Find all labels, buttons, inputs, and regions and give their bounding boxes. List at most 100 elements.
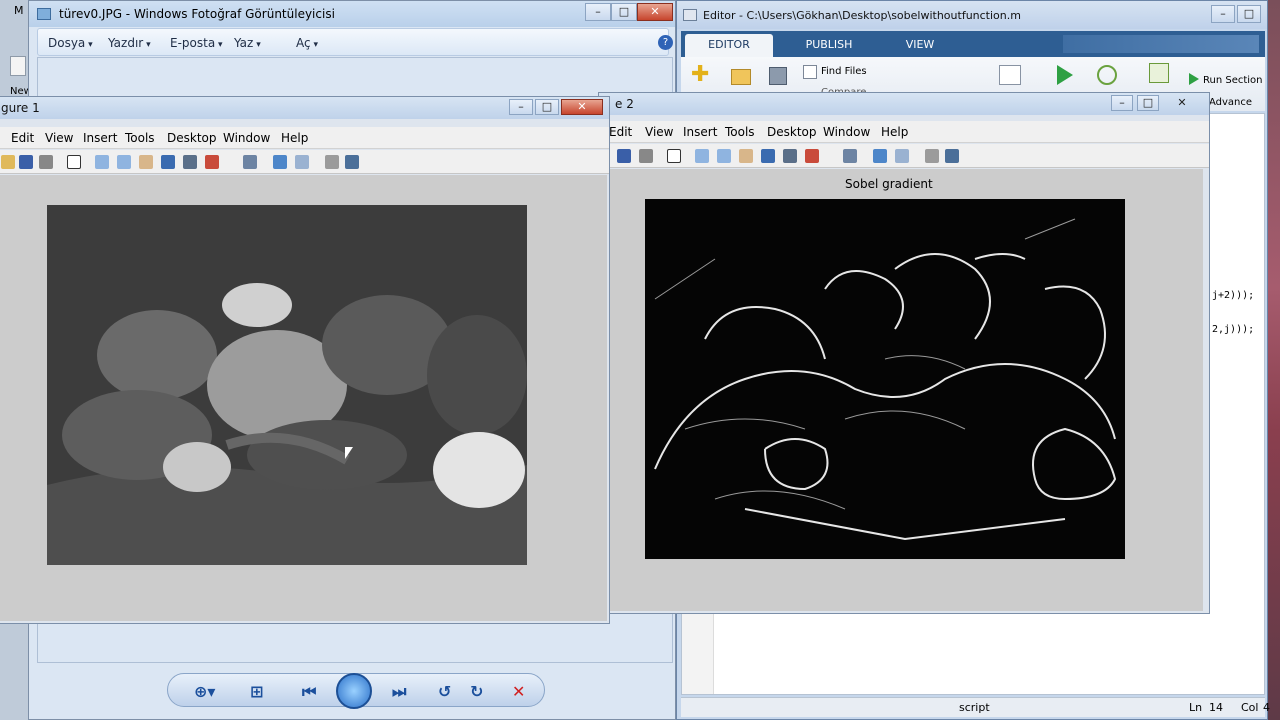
fig2-rotate-icon[interactable] bbox=[761, 149, 775, 163]
new-script-icon[interactable]: ✚ bbox=[691, 64, 713, 87]
status-ln-value: 14 bbox=[1209, 701, 1223, 714]
fig2-menu-tools[interactable]: Tools bbox=[725, 125, 755, 139]
tab-editor[interactable]: EDITOR bbox=[685, 34, 773, 57]
fig2-link-icon[interactable] bbox=[843, 149, 857, 163]
editor-minimize-button[interactable]: – bbox=[1211, 5, 1235, 23]
fig2-menu-edit[interactable]: Edit bbox=[609, 125, 632, 139]
minimize-button[interactable]: – bbox=[585, 3, 611, 21]
tab-publish[interactable]: PUBLISH bbox=[789, 34, 869, 57]
fig1-legend-icon[interactable] bbox=[295, 155, 309, 169]
fig2-menu-window[interactable]: Window bbox=[823, 125, 870, 139]
breakpoints-icon[interactable] bbox=[999, 65, 1021, 85]
run-and-advance-icon[interactable] bbox=[1149, 63, 1169, 83]
editor-maximize-button[interactable]: □ bbox=[1237, 5, 1261, 23]
figure-1-close-button[interactable]: ✕ bbox=[561, 99, 603, 115]
photo-viewer-titlebar[interactable]: türev0.JPG - Windows Fotoğraf Görüntüley… bbox=[29, 1, 675, 27]
fig2-menu-view[interactable]: View bbox=[645, 125, 673, 139]
figure-1-maximize-button[interactable]: □ bbox=[535, 99, 559, 115]
fig2-menu-desktop[interactable]: Desktop bbox=[767, 125, 817, 139]
fig2-brush-icon[interactable] bbox=[805, 149, 819, 163]
status-col-label: Col bbox=[1241, 701, 1259, 714]
find-files-icon[interactable] bbox=[803, 65, 817, 79]
open-folder-icon[interactable] bbox=[731, 69, 751, 85]
fig1-menu-view[interactable]: View bbox=[45, 131, 73, 145]
previous-icon[interactable]: ⏮ bbox=[302, 682, 316, 702]
fig2-zoom-in-icon[interactable] bbox=[695, 149, 709, 163]
run-section-label[interactable]: Run Section bbox=[1203, 75, 1263, 86]
fig1-menu-insert[interactable]: Insert bbox=[83, 131, 117, 145]
fig1-show-tools-icon[interactable] bbox=[345, 155, 359, 169]
grayscale-peppers-image bbox=[47, 205, 527, 565]
new-file-icon[interactable] bbox=[10, 56, 26, 76]
rotate-right-icon[interactable]: ↻ bbox=[470, 682, 483, 701]
menu-ac[interactable]: Aç bbox=[296, 36, 318, 50]
desktop-right-strip bbox=[1268, 0, 1280, 720]
run-icon[interactable] bbox=[1057, 65, 1073, 85]
help-icon[interactable]: ? bbox=[658, 35, 673, 50]
zoom-icon[interactable]: ⊕▾ bbox=[194, 682, 215, 701]
figure-1-canvas bbox=[0, 175, 607, 621]
find-files-label[interactable]: Find Files bbox=[821, 66, 867, 77]
figure-1-minimize-button[interactable]: – bbox=[509, 99, 533, 115]
fig2-hide-tools-icon[interactable] bbox=[925, 149, 939, 163]
fig1-zoom-in-icon[interactable] bbox=[95, 155, 109, 169]
tab-view[interactable]: VIEW bbox=[885, 34, 955, 57]
editor-titlebar[interactable]: Editor - C:\Users\Gökhan\Desktop\sobelwi… bbox=[677, 1, 1267, 29]
fig2-zoom-out-icon[interactable] bbox=[717, 149, 731, 163]
next-icon[interactable]: ⏭ bbox=[392, 682, 406, 702]
fig1-open-icon[interactable] bbox=[1, 155, 15, 169]
fig1-colorbar-icon[interactable] bbox=[273, 155, 287, 169]
rotate-left-icon[interactable]: ↺ bbox=[438, 682, 451, 701]
editor-status-bar: script Ln 14 Col 4 bbox=[681, 697, 1270, 717]
fig2-pan-icon[interactable] bbox=[739, 149, 753, 163]
fig2-show-tools-icon[interactable] bbox=[945, 149, 959, 163]
figure-2-close-button[interactable]: ✕ bbox=[1169, 95, 1195, 111]
fig1-menu-help[interactable]: Help bbox=[281, 131, 308, 145]
maximize-button[interactable]: □ bbox=[611, 3, 637, 21]
fig1-rotate-icon[interactable] bbox=[161, 155, 175, 169]
fig1-datacursor-icon[interactable] bbox=[183, 155, 197, 169]
quick-access-toolbar[interactable] bbox=[1063, 35, 1259, 53]
slideshow-icon[interactable] bbox=[336, 673, 372, 709]
fig1-pan-icon[interactable] bbox=[139, 155, 153, 169]
menu-yaz[interactable]: Yaz bbox=[234, 36, 261, 50]
fig1-link-icon[interactable] bbox=[243, 155, 257, 169]
fig2-datacursor-icon[interactable] bbox=[783, 149, 797, 163]
status-file-type: script bbox=[959, 701, 990, 714]
fig1-print-icon[interactable] bbox=[39, 155, 53, 169]
delete-icon[interactable]: ✕ bbox=[512, 682, 525, 701]
fig1-save-icon[interactable] bbox=[19, 155, 33, 169]
figure-2-minimize-button[interactable]: – bbox=[1111, 95, 1133, 111]
fig1-menu-tools[interactable]: Tools bbox=[125, 131, 155, 145]
fig2-menu-help[interactable]: Help bbox=[881, 125, 908, 139]
fig2-legend-icon[interactable] bbox=[895, 149, 909, 163]
figure-1-title: gure 1 bbox=[1, 101, 40, 115]
figure-2-titlebar[interactable]: e 2 – □ ✕ bbox=[599, 93, 1209, 115]
fig1-pointer-icon[interactable] bbox=[67, 155, 81, 169]
fig1-hide-tools-icon[interactable] bbox=[325, 155, 339, 169]
fig2-colorbar-icon[interactable] bbox=[873, 149, 887, 163]
fig2-print-icon[interactable] bbox=[639, 149, 653, 163]
run-and-time-icon[interactable] bbox=[1097, 65, 1117, 85]
fig1-brush-icon[interactable] bbox=[205, 155, 219, 169]
fig1-menu-desktop[interactable]: Desktop bbox=[167, 131, 217, 145]
fig1-menu-window[interactable]: Window bbox=[223, 131, 270, 145]
advance-label[interactable]: Advance bbox=[1209, 97, 1252, 108]
run-section-icon[interactable] bbox=[1189, 73, 1199, 85]
photo-viewer-menubar: Dosya Yazdır E-posta Yaz Aç ? bbox=[37, 28, 673, 56]
fig2-save-icon[interactable] bbox=[617, 149, 631, 163]
menu-dosya[interactable]: Dosya bbox=[48, 36, 93, 50]
menu-yazdir[interactable]: Yazdır bbox=[108, 36, 151, 50]
fig2-pointer-icon[interactable] bbox=[667, 149, 681, 163]
close-button[interactable]: ✕ bbox=[637, 3, 673, 21]
figure-2-maximize-button[interactable]: □ bbox=[1137, 95, 1159, 111]
save-icon[interactable] bbox=[769, 67, 787, 85]
fig1-zoom-out-icon[interactable] bbox=[117, 155, 131, 169]
figure-1-toolbar bbox=[0, 150, 609, 174]
fig2-menu-insert[interactable]: Insert bbox=[683, 125, 717, 139]
fig1-menu-edit[interactable]: Edit bbox=[11, 131, 34, 145]
actual-size-icon[interactable]: ⊞ bbox=[250, 682, 263, 701]
status-ln-label: Ln bbox=[1189, 701, 1203, 714]
menu-eposta[interactable]: E-posta bbox=[170, 36, 223, 50]
figure-1-titlebar[interactable]: gure 1 – □ ✕ bbox=[0, 97, 609, 119]
